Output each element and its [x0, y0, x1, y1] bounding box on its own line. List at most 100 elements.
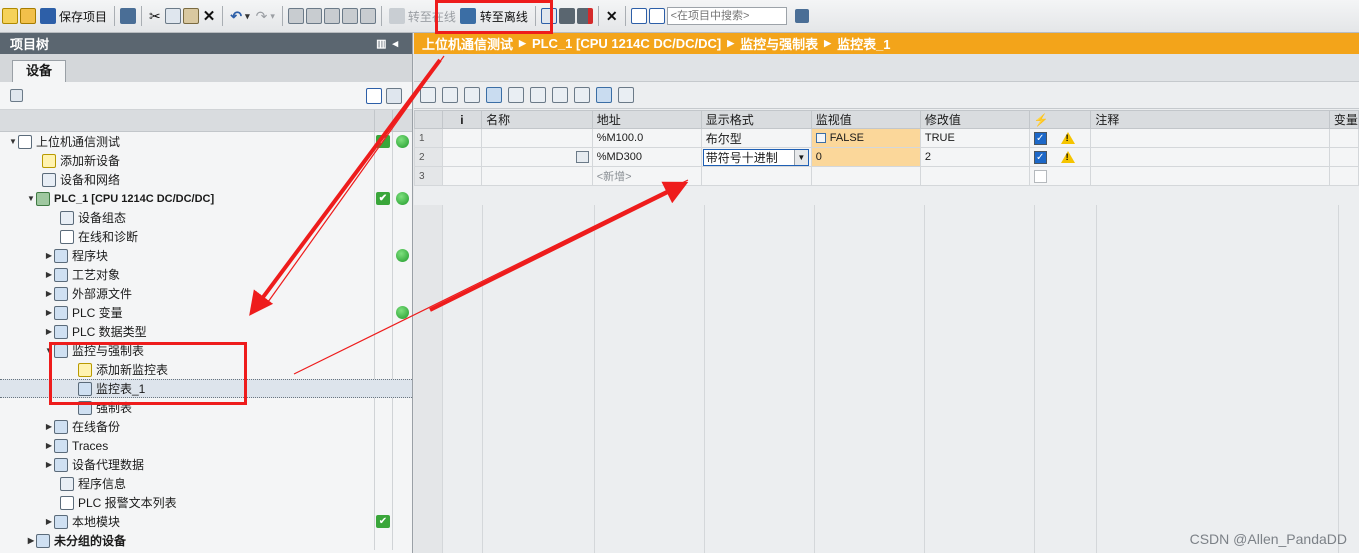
address-cell[interactable]: <新增>: [591, 166, 702, 186]
header-comment[interactable]: 注释: [1090, 110, 1330, 129]
tree-item-technology-objects[interactable]: ▶ 工艺对象: [0, 265, 412, 284]
modify-with-trigger-icon[interactable]: [552, 87, 568, 103]
expand-arrow-icon[interactable]: ▶: [44, 460, 54, 469]
split-horizontal-icon[interactable]: [630, 8, 647, 24]
memory-card-icon[interactable]: [359, 8, 376, 24]
tree-item-watch-table-1[interactable]: 监控表_1: [0, 379, 412, 398]
compile-icon[interactable]: [287, 8, 304, 24]
modify-checkbox[interactable]: ✓: [1033, 131, 1047, 145]
download-icon[interactable]: [305, 8, 322, 24]
collapse-panel-icon[interactable]: ▥◂: [376, 37, 404, 50]
tree-item-plc[interactable]: ▼ PLC_1 [CPU 1214C DC/DC/DC] ✔: [0, 189, 412, 208]
expand-arrow-icon[interactable]: ▼: [26, 194, 36, 203]
paste-icon[interactable]: [182, 8, 199, 24]
split-vertical-icon[interactable]: [648, 8, 665, 24]
comment-cell[interactable]: [1090, 166, 1330, 186]
expand-arrow-icon[interactable]: ▶: [44, 517, 54, 526]
format-cell[interactable]: 布尔型: [700, 128, 812, 148]
new-project-icon[interactable]: [2, 8, 18, 24]
display-format-icon[interactable]: [508, 87, 524, 103]
modify-checkbox[interactable]: ✓: [1033, 150, 1047, 164]
go-offline-button[interactable]: 转至离线: [478, 5, 530, 27]
expand-arrow-icon[interactable]: ▶: [44, 327, 54, 336]
tree-item-add-device[interactable]: 添加新设备: [0, 151, 412, 170]
save-project-button[interactable]: 保存项目: [38, 5, 109, 27]
expand-arrow-icon[interactable]: ▼: [8, 137, 18, 146]
table-row[interactable]: 3 <新增>: [414, 166, 1359, 186]
tree-item-project[interactable]: ▼ 上位机通信测试 ✔: [0, 132, 412, 151]
start-cpu-icon[interactable]: [558, 8, 575, 24]
header-modify-flag[interactable]: ⚡: [1028, 110, 1092, 129]
expand-arrow-icon[interactable]: ▶: [44, 422, 54, 431]
tree-options-icon[interactable]: [10, 89, 23, 102]
name-cell[interactable]: [481, 128, 593, 148]
search-icon[interactable]: [794, 9, 809, 23]
expand-arrow-icon[interactable]: ▶: [26, 536, 36, 545]
format-cell[interactable]: [700, 166, 812, 186]
expand-arrow-icon[interactable]: ▼: [44, 346, 54, 355]
tab-devices[interactable]: 设备: [12, 60, 66, 82]
tree-item-alarm-text-lists[interactable]: PLC 报警文本列表: [0, 493, 412, 512]
enable-outputs-icon[interactable]: [574, 87, 590, 103]
tree-item-ungrouped-devices[interactable]: ▶ 未分组的设备: [0, 531, 412, 550]
tree-item-add-watch-table[interactable]: 添加新监控表: [0, 360, 412, 379]
name-cell[interactable]: [481, 166, 593, 186]
header-name[interactable]: 名称: [481, 110, 593, 129]
tree-item-devices-networks[interactable]: 设备和网络: [0, 170, 412, 189]
overview-icon[interactable]: [366, 87, 382, 104]
tree-item-plc-tags[interactable]: ▶ PLC 变量: [0, 303, 412, 322]
format-cell[interactable]: 带符号十进制 ▼: [700, 147, 812, 167]
name-cell[interactable]: [481, 147, 593, 167]
go-online-button[interactable]: 转至在线: [387, 5, 458, 27]
print-icon[interactable]: [120, 8, 137, 24]
monitor-all-icon[interactable]: [596, 87, 612, 103]
cut-button[interactable]: ✂: [147, 5, 163, 27]
breadcrumb-item-watch-force[interactable]: 监控与强制表: [740, 34, 818, 53]
chevron-down-icon[interactable]: ▼: [793, 149, 808, 165]
expand-arrow-icon[interactable]: ▶: [44, 441, 54, 450]
tree-item-online-backups[interactable]: ▶ 在线备份: [0, 417, 412, 436]
tree-item-device-proxy-data[interactable]: ▶ 设备代理数据: [0, 455, 412, 474]
tree-item-online-diagnostics[interactable]: 在线和诊断: [0, 227, 412, 246]
add-row-icon[interactable]: [442, 87, 458, 103]
rename-icon[interactable]: [464, 87, 480, 103]
go-online-toggle-icon[interactable]: [459, 8, 476, 24]
header-display-format[interactable]: 显示格式: [700, 110, 812, 129]
open-project-icon[interactable]: [20, 8, 36, 24]
address-cell[interactable]: %M100.0: [591, 128, 702, 148]
tree-item-traces[interactable]: ▶ Traces: [0, 436, 412, 455]
table-row[interactable]: 2 %MD300 带符号十进制 ▼ 0 2 ✓!: [414, 147, 1359, 167]
display-format-dropdown[interactable]: 带符号十进制 ▼: [702, 148, 809, 166]
redo-button[interactable]: ↷ ▾: [254, 5, 277, 27]
modify-now-icon[interactable]: [530, 87, 546, 103]
tree-item-local-modules[interactable]: ▶ 本地模块 ✔: [0, 512, 412, 531]
modify-value-cell[interactable]: TRUE: [919, 128, 1030, 148]
comment-cell[interactable]: [1090, 147, 1330, 167]
expand-arrow-icon[interactable]: ▶: [44, 289, 54, 298]
monitor-once-icon[interactable]: [618, 87, 634, 103]
project-search-input[interactable]: [666, 7, 787, 25]
accessible-devices-icon[interactable]: [540, 8, 557, 24]
header-modify-value[interactable]: 修改值: [919, 110, 1030, 129]
breadcrumb-item-watch-table[interactable]: 监控表_1: [837, 34, 890, 53]
expand-arrow-icon[interactable]: ▶: [44, 308, 54, 317]
modify-icon[interactable]: [486, 87, 502, 103]
insert-row-icon[interactable]: [420, 87, 436, 103]
copy-icon[interactable]: [164, 8, 181, 24]
tree-item-watch-force-tables[interactable]: ▼ 监控与强制表: [0, 341, 412, 360]
upload-icon[interactable]: [323, 8, 340, 24]
address-cell[interactable]: %MD300: [591, 147, 702, 167]
simulation-icon[interactable]: [341, 8, 358, 24]
modify-flag-cell[interactable]: ✓!: [1028, 147, 1092, 167]
comment-cell[interactable]: [1090, 128, 1330, 148]
header-tag[interactable]: 变量: [1328, 110, 1359, 129]
modify-value-cell[interactable]: [919, 166, 1030, 186]
breadcrumb-item-plc[interactable]: PLC_1 [CPU 1214C DC/DC/DC]: [532, 36, 721, 51]
header-address[interactable]: 地址: [591, 110, 702, 129]
tag-table-icon[interactable]: [575, 151, 589, 164]
stop-cpu-icon[interactable]: [576, 8, 593, 24]
tree-item-device-config[interactable]: 设备组态: [0, 208, 412, 227]
tree-item-program-blocks[interactable]: ▶ 程序块: [0, 246, 412, 265]
modify-checkbox[interactable]: [1033, 169, 1047, 183]
table-row[interactable]: 1 %M100.0 布尔型 FALSE TRUE ✓!: [414, 128, 1359, 148]
